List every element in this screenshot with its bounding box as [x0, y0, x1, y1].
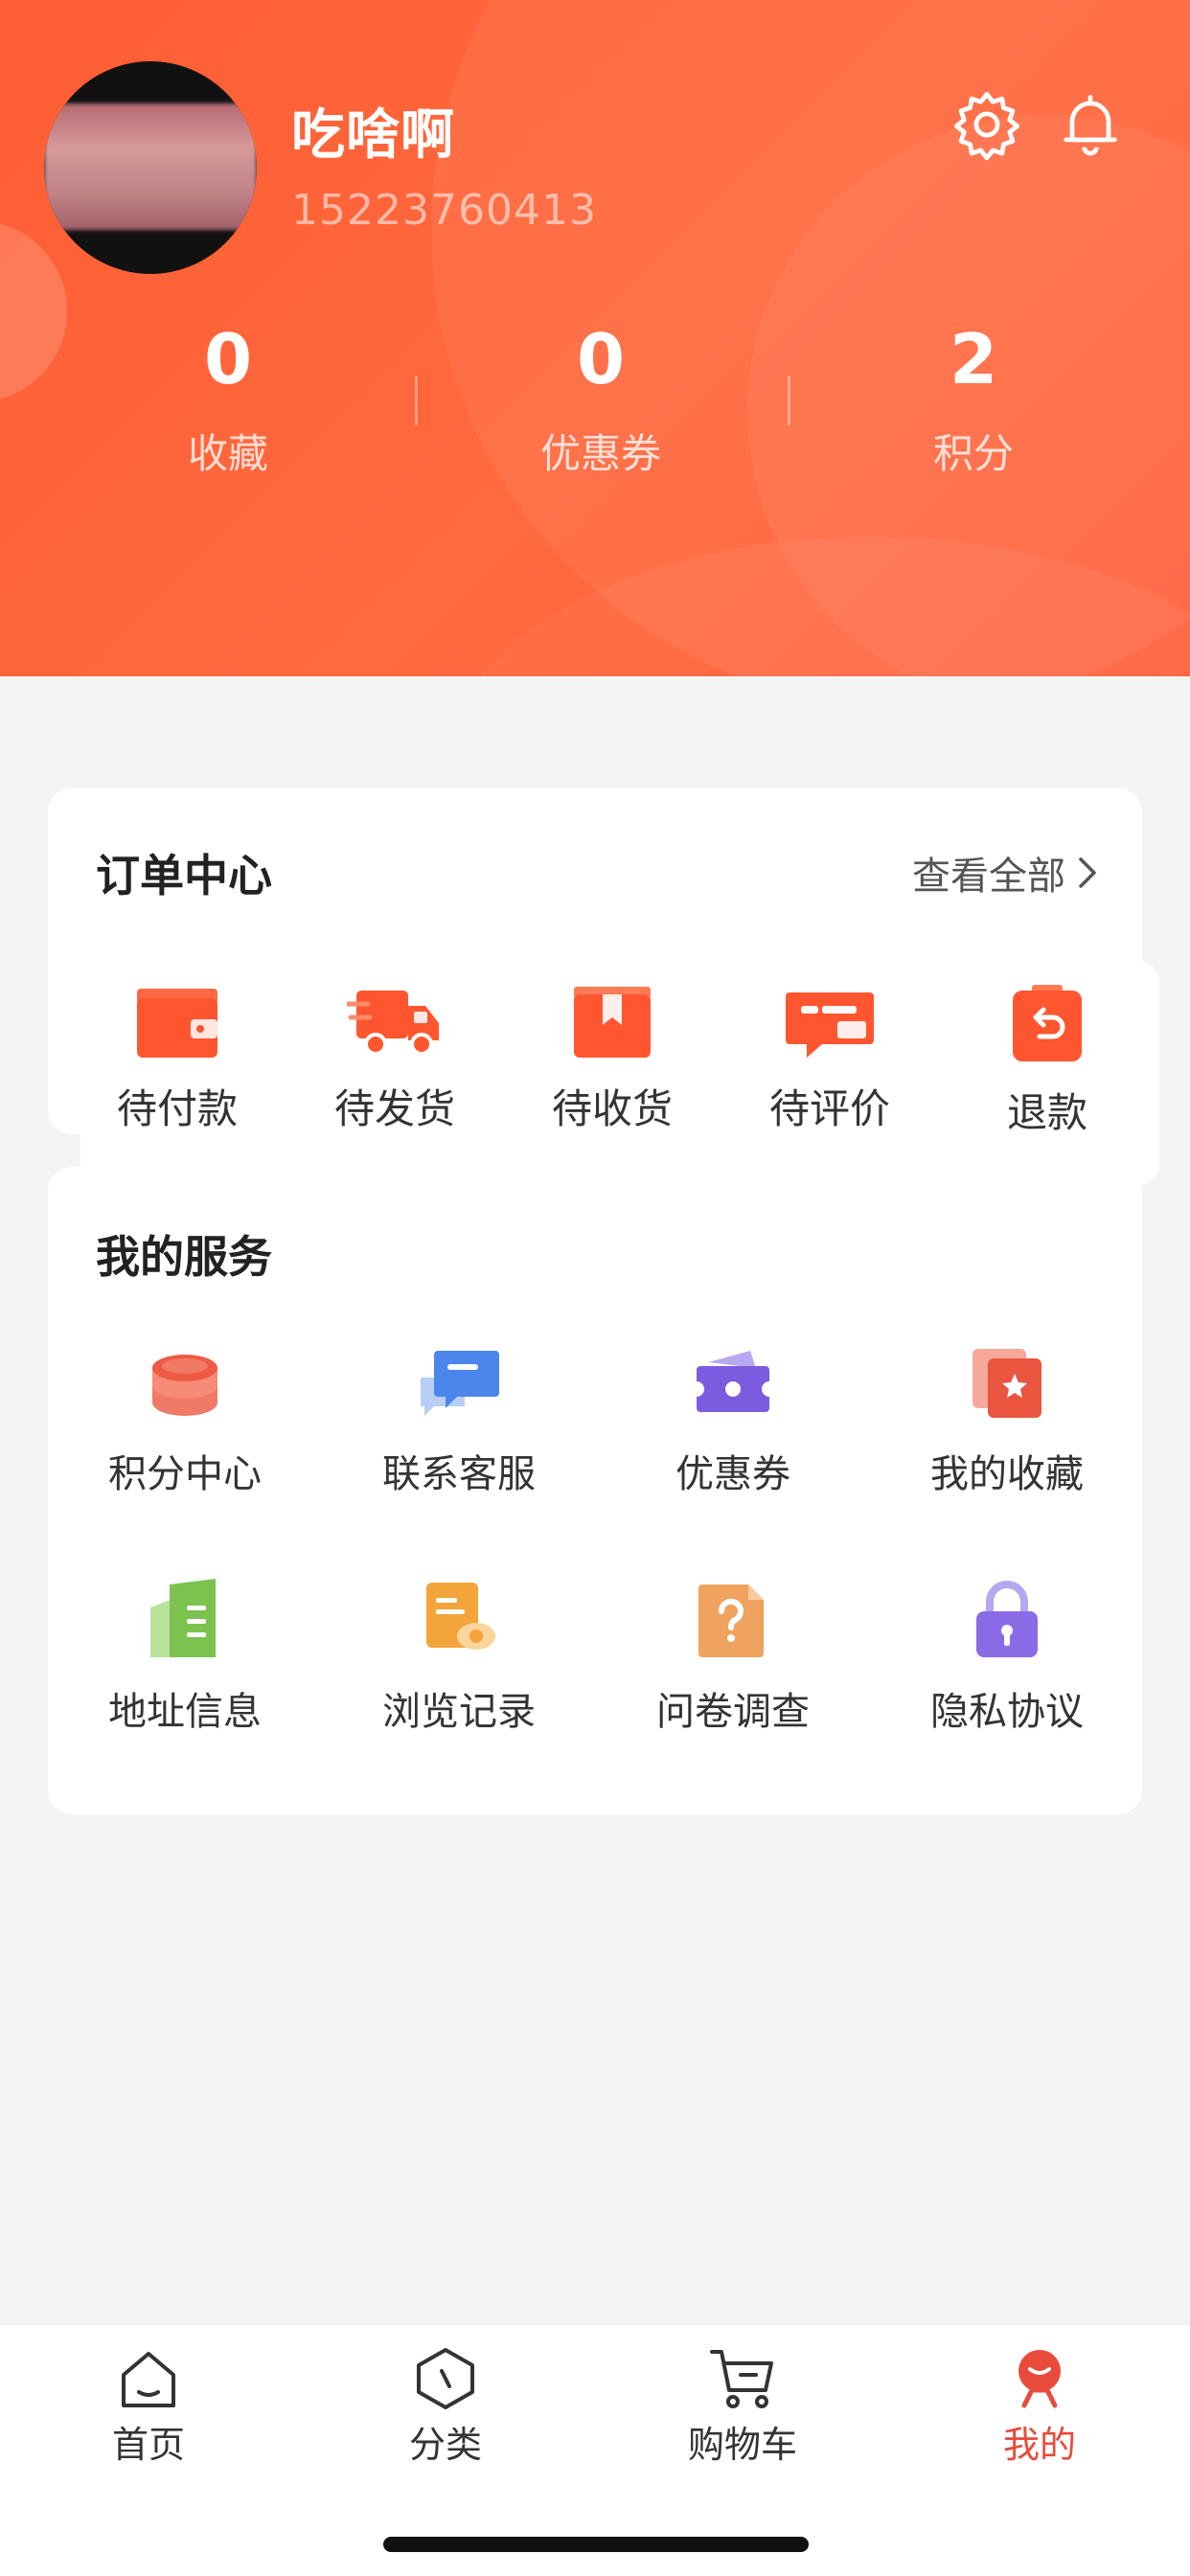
tab-category[interactable]: 分类 — [350, 2346, 541, 2468]
stat-label: 收藏 — [187, 430, 268, 477]
tab-cart[interactable]: 购物车 — [647, 2346, 838, 2468]
service-privacy-policy[interactable]: 隐私协议 — [870, 1579, 1144, 1736]
order-label: 待发货 — [333, 1085, 455, 1132]
profile-icon — [1018, 2350, 1061, 2408]
order-refund[interactable]: 退款 — [942, 985, 1153, 1139]
username: 吃啥啊 — [291, 104, 455, 167]
gear-icon[interactable] — [950, 88, 1023, 161]
tab-label: 首页 — [111, 2424, 185, 2466]
stat-value: 2 — [949, 319, 998, 399]
stat-label: 优惠券 — [539, 430, 661, 477]
home-icon — [122, 2352, 175, 2407]
avatar[interactable] — [44, 61, 257, 274]
stat-coupons[interactable]: 0 优惠券 — [457, 316, 744, 480]
service-label: 积分中心 — [108, 1452, 262, 1496]
order-pending-review[interactable]: 待评价 — [724, 985, 935, 1135]
view-all-orders-link[interactable]: 查看全部 — [912, 845, 1098, 900]
order-label: 待收货 — [551, 1085, 673, 1132]
phone-number: 15223760413 — [291, 186, 597, 235]
my-services-title: 我的服务 — [96, 1231, 272, 1283]
service-points-center[interactable]: 积分中心 — [48, 1345, 322, 1498]
home-indicator — [383, 2537, 809, 2552]
service-my-favorites[interactable]: 我的收藏 — [870, 1345, 1144, 1498]
divider — [788, 376, 790, 425]
tab-mine[interactable]: 我的 — [944, 2346, 1135, 2468]
lock-icon — [976, 1581, 1038, 1657]
order-label: 退款 — [1006, 1089, 1087, 1136]
cart-icon — [710, 2350, 773, 2408]
tab-home[interactable]: 首页 — [53, 2346, 244, 2468]
wallet-icon — [137, 989, 217, 1058]
stat-value: 0 — [203, 319, 253, 399]
view-all-label: 查看全部 — [912, 855, 1065, 899]
service-survey[interactable]: 问卷调查 — [596, 1579, 870, 1736]
service-label: 联系客服 — [382, 1452, 536, 1496]
service-label: 问卷调查 — [656, 1690, 810, 1734]
order-label: 待付款 — [116, 1085, 238, 1132]
order-pending-payment[interactable]: 待付款 — [72, 985, 283, 1135]
service-label: 地址信息 — [108, 1690, 262, 1734]
service-customer-support[interactable]: 联系客服 — [322, 1345, 596, 1498]
tab-label: 我的 — [1002, 2424, 1076, 2466]
stat-value: 0 — [576, 319, 626, 399]
history-icon — [426, 1583, 495, 1650]
truck-icon — [347, 991, 439, 1056]
review-icon — [786, 992, 874, 1058]
service-label: 隐私协议 — [930, 1690, 1084, 1734]
order-label: 待评价 — [768, 1085, 890, 1132]
stats-row: 0 收藏 0 优惠券 2 积分 — [0, 316, 1190, 489]
coupon-icon — [697, 1351, 769, 1412]
service-label: 浏览记录 — [382, 1690, 536, 1734]
stat-points[interactable]: 2 积分 — [830, 316, 1117, 480]
service-browse-history[interactable]: 浏览记录 — [322, 1579, 596, 1736]
tab-label: 购物车 — [687, 2424, 797, 2466]
service-coupons[interactable]: 优惠券 — [596, 1345, 870, 1498]
service-label: 优惠券 — [675, 1452, 790, 1496]
profile-header: 吃啥啊 15223760413 0 收藏 0 优惠券 2 积分 — [0, 0, 1190, 676]
order-pending-receipt[interactable]: 待收货 — [507, 985, 718, 1135]
decor-circle — [441, 536, 1190, 676]
order-center-title: 订单中心 — [96, 850, 272, 901]
category-icon — [417, 2348, 474, 2409]
survey-icon — [698, 1584, 764, 1657]
bell-icon[interactable] — [1054, 88, 1127, 161]
stat-favorites[interactable]: 0 收藏 — [84, 316, 372, 480]
service-address-info[interactable]: 地址信息 — [48, 1579, 322, 1736]
order-pending-shipment[interactable]: 待发货 — [289, 985, 500, 1135]
refund-icon — [1013, 985, 1082, 1061]
tab-label: 分类 — [408, 2424, 482, 2466]
chat-icon — [421, 1351, 499, 1416]
favorite-icon — [973, 1349, 1041, 1418]
stat-label: 积分 — [932, 430, 1014, 477]
coins-icon — [152, 1355, 217, 1416]
service-label: 我的收藏 — [930, 1452, 1084, 1496]
package-icon — [574, 987, 651, 1058]
divider — [415, 376, 418, 425]
address-icon — [150, 1579, 216, 1657]
chevron-right-icon — [1079, 857, 1096, 888]
